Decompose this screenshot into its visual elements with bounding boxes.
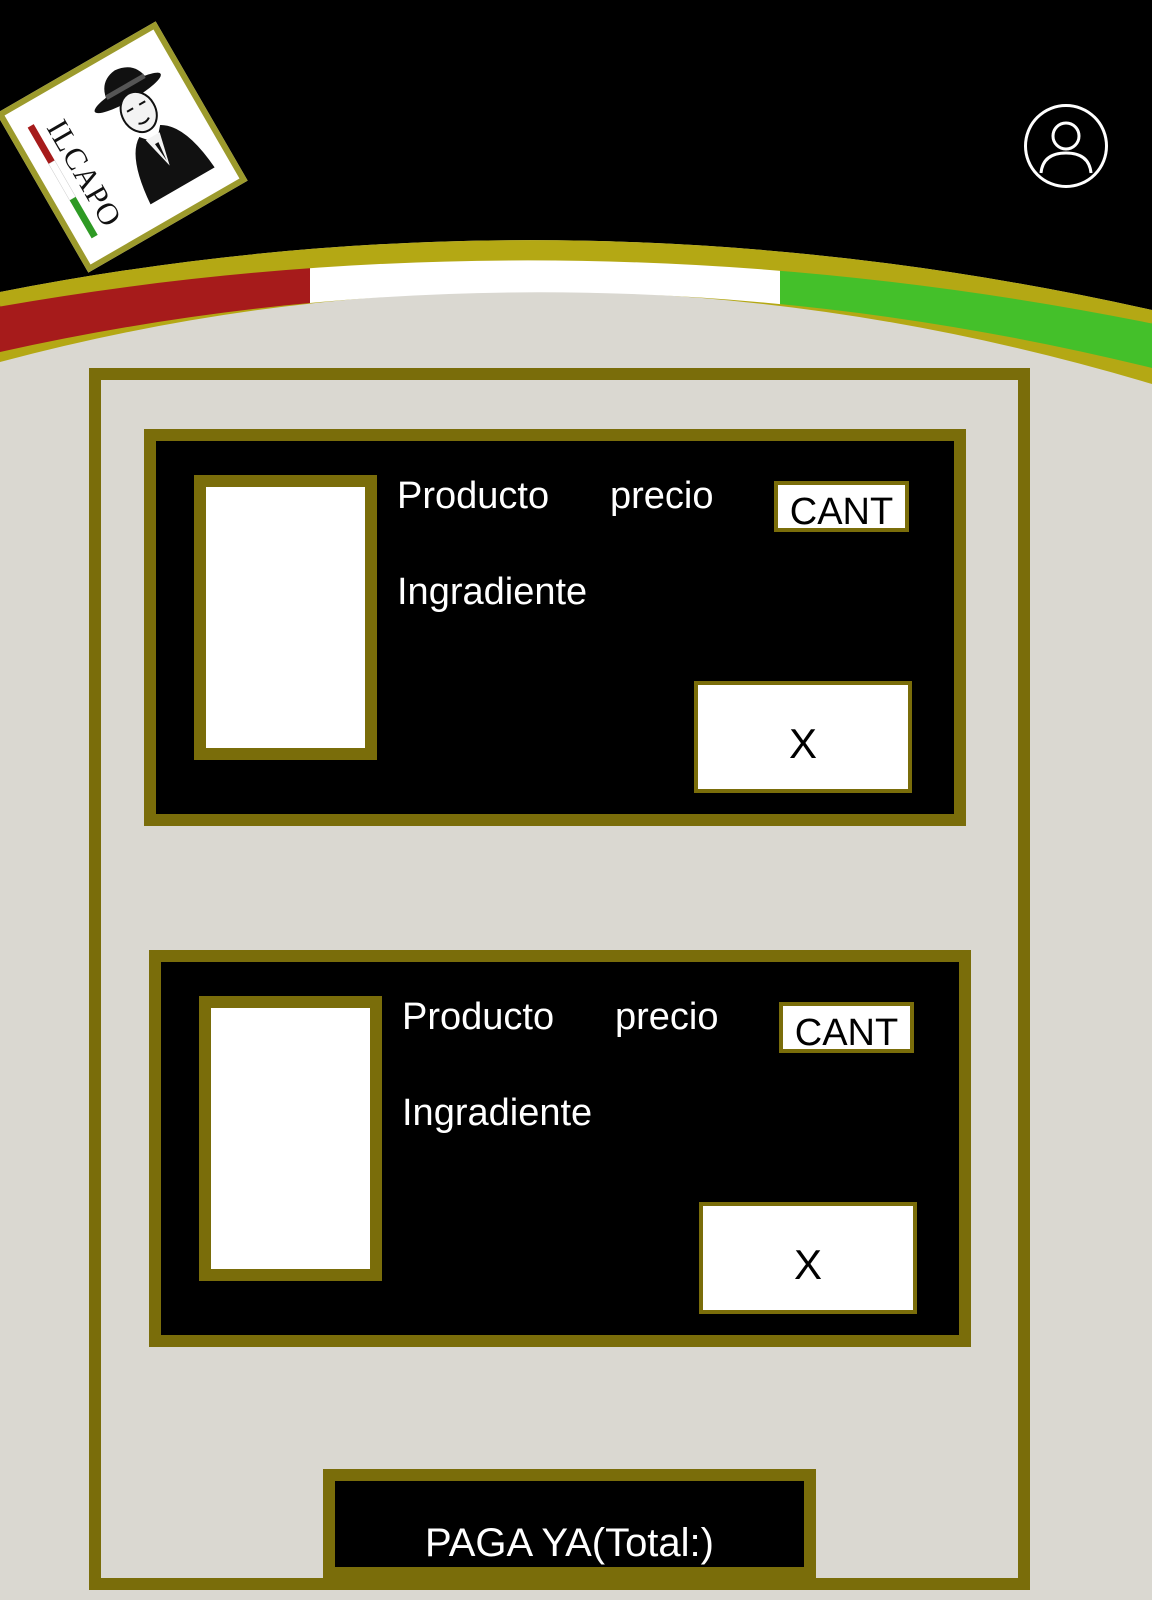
product-ingredient-label: Ingradiente <box>397 571 588 613</box>
product-price-label: precio <box>615 996 719 1038</box>
cart-item-card: Producto precio CANT Ingradiente X <box>149 950 971 1347</box>
user-profile-icon <box>1039 121 1093 174</box>
profile-button[interactable] <box>1024 104 1108 188</box>
product-image <box>199 996 382 1281</box>
product-name-label: Producto <box>402 996 555 1038</box>
product-ingredient-label: Ingradiente <box>402 1092 593 1134</box>
product-image <box>194 475 377 760</box>
cart-item-card: Producto precio CANT Ingradiente X <box>144 429 966 826</box>
product-price-label: precio <box>610 475 714 517</box>
product-name-label: Producto <box>397 475 550 517</box>
quantity-field[interactable]: CANT <box>774 481 909 532</box>
pay-now-button[interactable]: PAGA YA(Total:) <box>323 1469 816 1579</box>
quantity-field[interactable]: CANT <box>779 1002 914 1053</box>
remove-item-button[interactable]: X <box>699 1202 917 1314</box>
remove-item-button[interactable]: X <box>694 681 912 793</box>
